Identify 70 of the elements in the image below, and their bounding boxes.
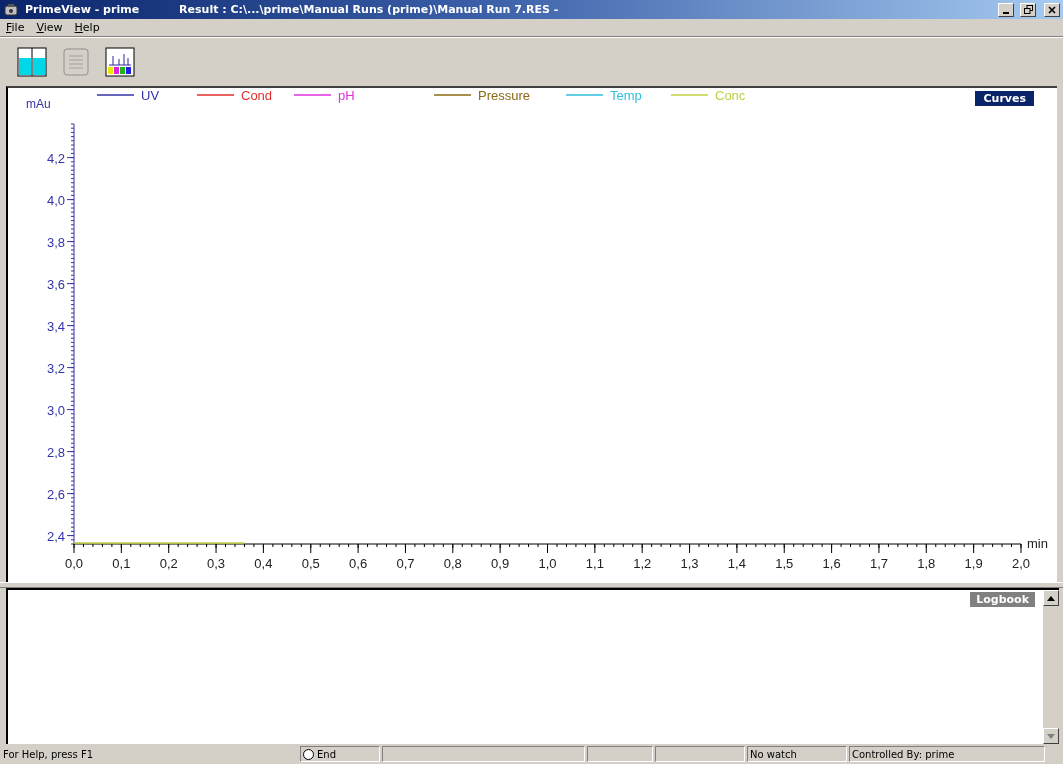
scrollbar[interactable] bbox=[1043, 590, 1059, 744]
tick-label: 1,5 bbox=[775, 556, 794, 571]
tick-label: 2,6 bbox=[46, 486, 65, 502]
tick-label: 1,7 bbox=[869, 556, 888, 571]
legend-label: Conc bbox=[715, 88, 746, 103]
legend-label: Pressure bbox=[478, 88, 531, 103]
tick-label: 1,9 bbox=[964, 556, 983, 571]
tick-label: 0,9 bbox=[491, 556, 510, 571]
tick-label: 1,3 bbox=[680, 556, 699, 571]
status-text: End bbox=[317, 748, 336, 760]
up-arrow-icon bbox=[1047, 595, 1055, 601]
splitter[interactable] bbox=[0, 582, 1063, 588]
radio-button[interactable] bbox=[303, 748, 314, 760]
legend-label: Cond bbox=[241, 88, 273, 103]
toolbar-button[interactable] bbox=[102, 44, 138, 80]
notebook-icon bbox=[60, 46, 92, 78]
status-text: Controlled By: prime bbox=[852, 748, 955, 760]
tick-label: 3,2 bbox=[46, 360, 65, 376]
curves-button[interactable]: Curves bbox=[974, 90, 1035, 107]
tick-label: 0,7 bbox=[396, 556, 415, 571]
status-text: For Help, press F1 bbox=[3, 748, 94, 760]
tick-label: 3,0 bbox=[46, 402, 65, 418]
tick-label: 1,4 bbox=[727, 556, 746, 571]
menu-item[interactable]: View bbox=[32, 21, 67, 34]
tick-label: 1,8 bbox=[917, 556, 936, 571]
logbook-label: Logbook bbox=[970, 592, 1035, 607]
window-title: PrimeView - prime bbox=[25, 3, 140, 16]
close-icon bbox=[1048, 5, 1056, 14]
down-arrow-icon bbox=[1047, 733, 1055, 739]
tick-label: 0,1 bbox=[112, 556, 131, 571]
toolbar-button[interactable] bbox=[14, 44, 50, 80]
minimize-button[interactable] bbox=[998, 2, 1014, 17]
tick-label: 3,6 bbox=[46, 276, 65, 292]
tick-label: 0,3 bbox=[207, 556, 226, 571]
tick-label: 0,2 bbox=[159, 556, 178, 571]
tick-label: 2,4 bbox=[46, 528, 65, 544]
tick-label: 1,0 bbox=[538, 556, 557, 571]
tick-label: 3,8 bbox=[46, 234, 65, 250]
chromatogram-icon bbox=[104, 46, 136, 78]
legend-label: Temp bbox=[610, 88, 642, 103]
tick-label: 4,2 bbox=[46, 150, 65, 166]
tick-label: 0,6 bbox=[349, 556, 368, 571]
tick-label: 3,4 bbox=[46, 318, 65, 334]
legend-label: pH bbox=[338, 88, 355, 103]
tick-label: 2,0 bbox=[1011, 556, 1031, 571]
legend-label: UV bbox=[141, 88, 160, 103]
menu-item[interactable]: File bbox=[2, 21, 29, 34]
tick-label: 2,8 bbox=[46, 444, 65, 460]
minimize-icon bbox=[1003, 11, 1009, 14]
app-icon bbox=[3, 2, 19, 17]
scroll-up-button[interactable] bbox=[1043, 590, 1059, 606]
status-pane bbox=[587, 746, 653, 762]
restore-button[interactable] bbox=[1020, 2, 1036, 17]
tick-label: 0,5 bbox=[301, 556, 320, 571]
tick-label: 4,0 bbox=[46, 192, 65, 208]
menu-item[interactable]: Help bbox=[70, 21, 104, 34]
restore-icon bbox=[1023, 5, 1033, 14]
scroll-down-button[interactable] bbox=[1043, 728, 1059, 744]
tick-label: 1,6 bbox=[822, 556, 841, 571]
tick-label: 1,2 bbox=[633, 556, 652, 571]
columns-icon bbox=[16, 46, 48, 78]
tick-label: 0,4 bbox=[254, 556, 273, 571]
status-text: No watch bbox=[750, 748, 797, 760]
tick-label: 1,1 bbox=[585, 556, 604, 571]
document-title: Result : C:\...\prime\Manual Runs (prime)\Manual Run 7.RES - bbox=[179, 3, 559, 16]
axis-unit: mAu bbox=[26, 97, 51, 111]
tick-label: 0,0 bbox=[64, 556, 84, 571]
close-button[interactable] bbox=[1044, 2, 1060, 17]
tick-label: 0,8 bbox=[443, 556, 462, 571]
axis-unit: min bbox=[1027, 536, 1048, 551]
